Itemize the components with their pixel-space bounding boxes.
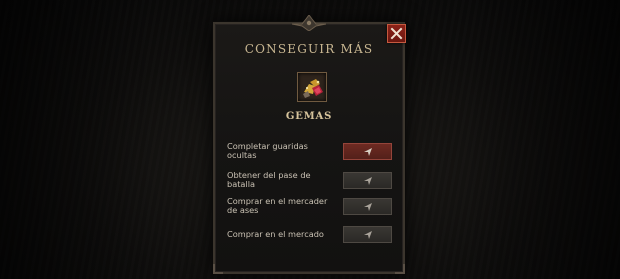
option-row: Comprar en el mercader de ases xyxy=(227,195,392,217)
item-name: GEMAS xyxy=(285,111,333,122)
close-icon xyxy=(390,27,403,40)
get-more-dialog: CONSEGUIR MÁS GEMAS Completar guaridas o… xyxy=(213,15,405,274)
gem-pile-icon xyxy=(297,72,327,102)
go-to-button[interactable] xyxy=(343,197,392,215)
go-to-button[interactable] xyxy=(343,225,392,243)
option-row: Obtener del pase de batalla xyxy=(227,169,392,191)
go-to-button[interactable] xyxy=(343,171,392,189)
navigate-arrow-icon xyxy=(364,176,372,185)
go-to-button[interactable] xyxy=(343,142,392,160)
option-row: Completar guaridas ocultas xyxy=(227,140,392,162)
navigate-arrow-icon xyxy=(364,147,372,156)
option-label: Completar guaridas ocultas xyxy=(227,141,308,160)
option-row: Comprar en el mercado xyxy=(227,223,392,245)
option-label: Obtener del pase de batalla xyxy=(227,170,311,189)
option-label: Comprar en el mercader de ases xyxy=(227,196,328,215)
close-button[interactable] xyxy=(387,24,406,43)
navigate-arrow-icon xyxy=(364,230,372,239)
navigate-arrow-icon xyxy=(364,202,372,211)
corner-ornament xyxy=(395,264,405,274)
corner-ornament xyxy=(213,264,223,274)
top-ornament-icon xyxy=(292,15,326,31)
option-label: Comprar en el mercado xyxy=(227,228,324,239)
dialog-title: CONSEGUIR MÁS xyxy=(244,42,374,56)
